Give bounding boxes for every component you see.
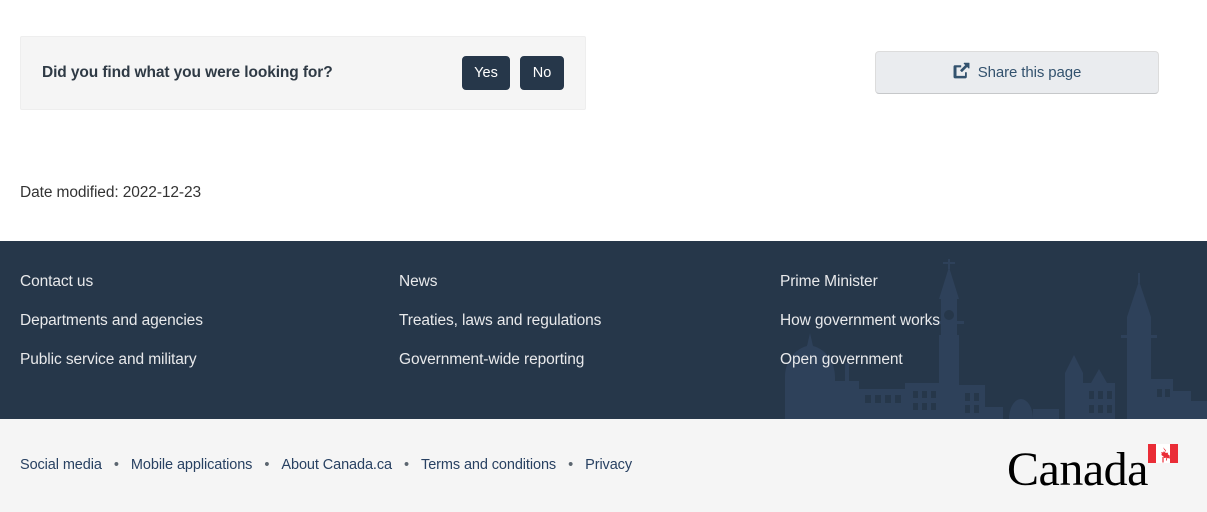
feedback-box: Did you find what you were looking for? …	[20, 36, 586, 110]
separator-bullet: •	[264, 456, 270, 473]
footer-link-treaties-laws-and-regulations[interactable]: Treaties, laws and regulations	[399, 311, 601, 330]
svg-text:Canada: Canada	[1007, 443, 1148, 489]
footer-link-columns: Contact us Departments and agencies Publ…	[0, 241, 1207, 389]
site-footer-main: Contact us Departments and agencies Publ…	[0, 241, 1207, 419]
separator-bullet: •	[113, 456, 119, 473]
footer-link-government-wide-reporting[interactable]: Government-wide reporting	[399, 350, 584, 369]
footer-link-departments-and-agencies[interactable]: Departments and agencies	[20, 311, 203, 330]
feedback-no-button[interactable]: No	[520, 56, 564, 90]
footer-link-how-government-works[interactable]: How government works	[780, 311, 940, 330]
footer-column-2: News Treaties, laws and regulations Gove…	[399, 272, 780, 389]
footer-sub-links: Social media • Mobile applications • Abo…	[20, 419, 632, 512]
canada-wordmark: Canada	[1007, 443, 1178, 489]
feedback-question: Did you find what you were looking for?	[42, 63, 333, 81]
site-footer-bottom: Social media • Mobile applications • Abo…	[0, 419, 1207, 512]
footer-column-1: Contact us Departments and agencies Publ…	[0, 272, 399, 389]
footer-sub-link-privacy[interactable]: Privacy	[585, 457, 632, 474]
footer-sub-link-social-media[interactable]: Social media	[20, 457, 102, 474]
separator-bullet: •	[568, 456, 574, 473]
page-footer-region: Did you find what you were looking for? …	[0, 0, 1207, 512]
separator-bullet: •	[403, 456, 410, 473]
feedback-yes-button[interactable]: Yes	[462, 56, 510, 90]
share-this-page-label: Share this page	[977, 64, 1082, 81]
footer-link-contact-us[interactable]: Contact us	[20, 272, 93, 291]
feedback-buttons: Yes No	[462, 56, 564, 90]
date-modified: Date modified: 2022-12-23	[20, 184, 202, 201]
footer-sub-link-about-canada-ca[interactable]: About Canada.ca	[281, 457, 392, 474]
canadian-flag-icon	[1148, 443, 1178, 463]
footer-link-public-service-and-military[interactable]: Public service and military	[20, 350, 197, 369]
share-this-page-button[interactable]: Share this page	[875, 51, 1159, 94]
page-utility-area: Did you find what you were looking for? …	[0, 0, 1207, 241]
footer-link-prime-minister[interactable]: Prime Minister	[780, 272, 878, 291]
share-square-icon	[953, 62, 970, 84]
footer-link-news[interactable]: News	[399, 272, 437, 291]
feedback-inner: Did you find what you were looking for? …	[21, 37, 585, 109]
footer-sub-link-terms-and-conditions[interactable]: Terms and conditions	[421, 457, 556, 474]
footer-column-3: Prime Minister How government works Open…	[780, 272, 1207, 389]
footer-link-open-government[interactable]: Open government	[780, 350, 903, 369]
footer-sub-link-mobile-applications[interactable]: Mobile applications	[131, 457, 253, 474]
